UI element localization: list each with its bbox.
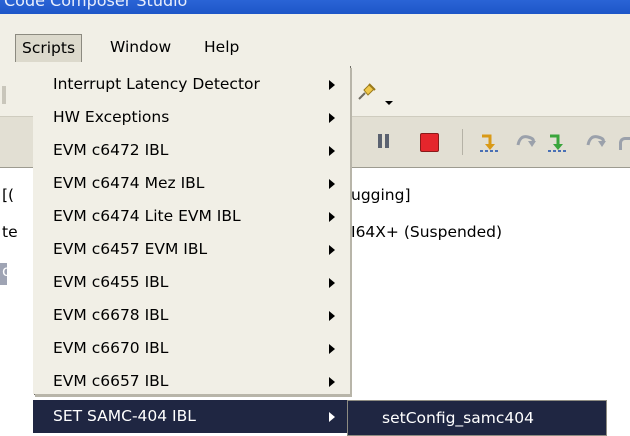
toolbar-separator: [462, 129, 463, 155]
menu-item-evm-c6457-evm-ibl[interactable]: EVM c6457 EVM IBL: [33, 233, 350, 266]
submenu-item-setconfig-samc404[interactable]: setConfig_samc404: [382, 409, 534, 427]
menu-item-label: EVM c6678 IBL: [53, 306, 169, 324]
menu-item-evm-c6678-ibl[interactable]: EVM c6678 IBL: [33, 299, 350, 332]
scripts-menu: Interrupt Latency Detector HW Exceptions…: [33, 65, 350, 394]
toolbar-icon-partial-right[interactable]: [619, 137, 630, 150]
menu-item-interrupt-latency-detector[interactable]: Interrupt Latency Detector: [33, 68, 350, 101]
step-over-icon-2[interactable]: [584, 131, 608, 157]
menu-item-label: EVM c6657 IBL: [53, 372, 169, 390]
menu-window[interactable]: Window: [104, 34, 177, 60]
submenu-arrow-icon: [329, 311, 335, 321]
menu-item-evm-c6474-mez-ibl[interactable]: EVM c6474 Mez IBL: [33, 167, 350, 200]
window-titlebar: Code Composer Studio: [0, 0, 630, 14]
menu-item-label: EVM c6472 IBL: [53, 141, 169, 159]
menu-item-evm-c6472-ibl[interactable]: EVM c6472 IBL: [33, 134, 350, 167]
debug-line-3-left: o: [2, 262, 12, 280]
window-title: Code Composer Studio: [4, 0, 188, 10]
submenu-arrow-icon: [329, 179, 335, 189]
menu-scripts[interactable]: Scripts: [15, 34, 83, 62]
menu-bar: Scripts Window Help: [0, 14, 630, 62]
menu-item-label: HW Exceptions: [53, 108, 170, 126]
menu-item-label: EVM c6474 Lite EVM IBL: [53, 207, 241, 225]
submenu-arrow-icon: [329, 80, 335, 90]
submenu-arrow-icon: [329, 278, 335, 288]
step-into-icon[interactable]: [478, 131, 502, 157]
step-over-icon[interactable]: [514, 131, 538, 157]
debug-line-2-left: te: [2, 223, 18, 241]
submenu-arrow-icon: [329, 412, 335, 422]
step-return-icon[interactable]: [546, 131, 570, 157]
menu-item-label: Interrupt Latency Detector: [53, 75, 260, 93]
menu-item-hw-exceptions[interactable]: HW Exceptions: [33, 101, 350, 134]
debug-line-1-right: ugging]: [351, 186, 411, 204]
pause-icon[interactable]: [376, 134, 391, 148]
submenu-arrow-icon: [329, 344, 335, 354]
menu-item-label: EVM c6457 EVM IBL: [53, 240, 208, 258]
menu-item-label: EVM c6455 IBL: [53, 273, 169, 291]
menu-item-set-samc-404-ibl[interactable]: SET SAMC-404 IBL: [33, 400, 350, 433]
submenu-arrow-icon: [329, 212, 335, 222]
menu-item-evm-c6657-ibl[interactable]: EVM c6657 IBL: [33, 365, 350, 398]
menu-item-label: EVM c6670 IBL: [53, 339, 169, 357]
menu-item-label: SET SAMC-404 IBL: [53, 407, 196, 425]
menu-help[interactable]: Help: [198, 34, 245, 60]
menu-item-evm-c6474-lite-evm-ibl[interactable]: EVM c6474 Lite EVM IBL: [33, 200, 350, 233]
stop-icon[interactable]: [420, 133, 439, 152]
submenu-arrow-icon: [329, 245, 335, 255]
pin-icon[interactable]: [356, 80, 378, 106]
submenu-arrow-icon: [329, 113, 335, 123]
debug-line-1-left: [(: [2, 186, 15, 204]
menu-item-evm-c6670-ibl[interactable]: EVM c6670 IBL: [33, 332, 350, 365]
dropdown-arrow-icon[interactable]: [384, 92, 394, 110]
submenu-arrow-icon: [329, 377, 335, 387]
menu-item-evm-c6455-ibl[interactable]: EVM c6455 IBL: [33, 266, 350, 299]
samc-404-submenu: setConfig_samc404: [347, 400, 607, 436]
toolbar-icon-partial[interactable]: [2, 86, 6, 104]
menu-item-label: EVM c6474 Mez IBL: [53, 174, 205, 192]
debug-line-2-right: I64X+ (Suspended): [351, 223, 503, 241]
submenu-arrow-icon: [329, 146, 335, 156]
